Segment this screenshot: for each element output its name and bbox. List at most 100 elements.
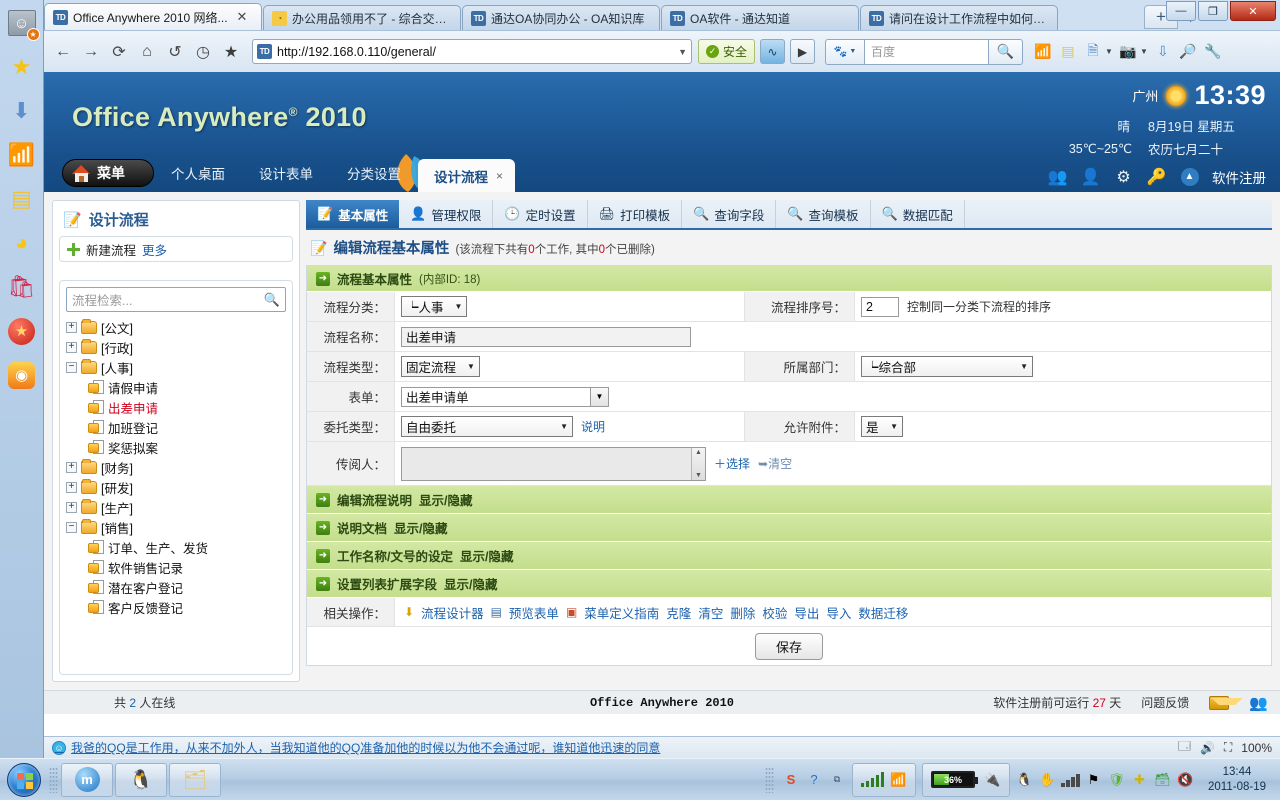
screenshot-icon[interactable]: 🔎 xyxy=(1178,42,1198,62)
camera-icon[interactable]: 📷 xyxy=(1118,42,1138,62)
tree-folder-yanfa[interactable]: + [研发] xyxy=(66,477,286,497)
envelope-icon[interactable] xyxy=(1209,695,1244,710)
forward-icon[interactable]: → xyxy=(78,39,104,65)
browser-tab-4[interactable]: TD 请问在设计工作流程中如何设... xyxy=(860,5,1058,30)
tab-query-template[interactable]: 🔍 查询模板 xyxy=(776,200,871,228)
flow-search-input[interactable]: 流程检索... 🔍 xyxy=(66,287,286,312)
avatar-icon[interactable]: ☺ ★ xyxy=(5,6,40,41)
tree-folder-caiwu[interactable]: + [财务] xyxy=(66,457,286,477)
rss-icon[interactable]: 📶 xyxy=(1033,42,1053,62)
expand-toggle-icon[interactable]: + xyxy=(66,321,77,333)
tree-item-business-trip[interactable]: 出差申请 xyxy=(66,397,286,417)
search-engine-selector[interactable]: 🐾 ▼ xyxy=(825,38,866,65)
sogou-icon[interactable]: S xyxy=(783,771,800,788)
window-icon[interactable]: 🗔 xyxy=(1178,737,1191,758)
history-icon[interactable]: ◷ xyxy=(190,39,216,65)
play-icon[interactable]: ▶ xyxy=(790,39,816,64)
cc-clear-link[interactable]: ➥清空 xyxy=(758,455,792,472)
back-icon[interactable]: ← xyxy=(50,39,76,65)
plus-icon[interactable]: ✚ xyxy=(1131,771,1148,788)
tree-item-order-production-ship[interactable]: 订单、生产、发货 xyxy=(66,537,286,557)
security-badge[interactable]: ✓ 安全 xyxy=(698,39,756,64)
taskbar-button-explorer[interactable]: 🗂 xyxy=(169,762,221,797)
more-link[interactable]: 更多 xyxy=(142,240,167,259)
rss-icon[interactable]: 📶 xyxy=(5,138,39,172)
tree-item-leave-request[interactable]: 请假申请 xyxy=(66,377,286,397)
weibo-icon[interactable]: ◉ xyxy=(5,358,39,392)
tree-folder-shengchan[interactable]: + [生产] xyxy=(66,497,286,517)
expand-toggle-icon[interactable]: + xyxy=(66,481,77,493)
oa-tab-design-flow[interactable]: 设计流程 × xyxy=(418,159,516,192)
ime-expand-icon[interactable]: ⧉ xyxy=(829,771,846,788)
battery-tray-group[interactable]: 36% 🔌 xyxy=(922,762,1011,797)
flag-icon[interactable]: ⚑ xyxy=(1085,771,1102,788)
pacman-icon[interactable]: ◕ xyxy=(5,226,39,260)
show-hide-toggle[interactable]: 显示/隐藏 xyxy=(460,546,513,565)
address-bar[interactable]: TD http://192.168.0.110/general/ ▼ xyxy=(252,39,692,64)
department-select[interactable]: ┕综合部 ▼ xyxy=(861,356,1033,377)
op-validate[interactable]: 校验 xyxy=(762,603,787,622)
toolbar-grip[interactable] xyxy=(49,766,58,793)
tree-folder-renshi[interactable]: − [人事] xyxy=(66,357,286,377)
tab-print-template[interactable]: 🖨 打印模板 xyxy=(588,200,683,228)
software-register-link[interactable]: 软件注册 xyxy=(1212,167,1266,187)
order-input[interactable]: 2 xyxy=(861,296,899,317)
tree-folder-gongwen[interactable]: + [公文] xyxy=(66,317,286,337)
reload-icon[interactable]: ⟳ xyxy=(106,39,132,65)
wifi-icon[interactable]: 📶 xyxy=(890,771,907,788)
expand-toggle-icon[interactable]: + xyxy=(66,341,77,353)
hand-icon[interactable]: ✋ xyxy=(1039,771,1056,788)
section-work-name-settings[interactable]: ➜ 工作名称/文号的设定 显示/隐藏 xyxy=(307,542,1271,570)
menu-button[interactable]: 菜单 xyxy=(62,159,154,187)
tree-item-potential-customer[interactable]: 潜在客户登记 xyxy=(66,577,286,597)
op-preview-form[interactable]: 预览表单 xyxy=(509,603,559,622)
gear-icon[interactable]: ⚙ xyxy=(1113,166,1134,187)
battery-icon[interactable]: 36% xyxy=(931,771,979,788)
op-delete[interactable]: 删除 xyxy=(730,603,755,622)
zoom-level[interactable]: 100% xyxy=(1241,741,1272,755)
allow-attachment-select[interactable]: 是 ▼ xyxy=(861,416,903,437)
chevron-down-icon[interactable]: ▼ xyxy=(1140,47,1148,56)
delegate-type-select[interactable]: 自由委托 ▼ xyxy=(401,416,573,437)
search-icon[interactable]: 🔍 xyxy=(989,38,1024,65)
network-icon[interactable] xyxy=(860,772,885,787)
qq-icon[interactable]: 🐧 xyxy=(1016,771,1033,788)
collapse-toggle-icon[interactable]: − xyxy=(66,361,77,373)
shield-icon[interactable]: 🛡 xyxy=(1108,771,1125,788)
download-arrow-icon[interactable]: ⬇ xyxy=(5,94,39,128)
download-icon[interactable]: ⇩ xyxy=(1153,42,1173,62)
taskbar-button-maxthon[interactable]: m xyxy=(61,762,113,797)
show-hide-toggle[interactable]: 显示/隐藏 xyxy=(444,574,497,593)
scrollbar[interactable]: ▲ ▼ xyxy=(691,447,705,480)
op-clone[interactable]: 克隆 xyxy=(666,603,691,622)
browser-tab-1[interactable]: ◔ 办公用品领用不了 - 综合交流区... xyxy=(263,5,461,30)
people-icon[interactable]: 👥 xyxy=(1047,166,1068,187)
collapse-icon[interactable]: ▲ xyxy=(1179,166,1200,187)
flow-name-input[interactable]: 出差申请 xyxy=(401,326,691,347)
favorite-icon[interactable]: ★ xyxy=(218,39,244,65)
taskbar-button-qq[interactable]: 🐧 xyxy=(115,762,167,797)
home-icon[interactable]: ⌂ xyxy=(134,39,160,65)
tab-timer-settings[interactable]: 🕒 定时设置 xyxy=(493,200,588,228)
power-plug-icon[interactable]: 🔌 xyxy=(984,771,1001,788)
cc-select-link[interactable]: ＋选择 xyxy=(714,455,750,472)
op-import[interactable]: 导入 xyxy=(826,603,851,622)
op-flow-designer[interactable]: 流程设计器 xyxy=(421,603,484,622)
show-hide-toggle[interactable]: 显示/隐藏 xyxy=(419,490,472,509)
red-star-icon[interactable]: ★ xyxy=(5,314,39,348)
cc-people-textarea[interactable]: ▲ ▼ xyxy=(401,446,706,481)
show-hide-toggle[interactable]: 显示/隐藏 xyxy=(394,518,447,537)
chevron-down-icon[interactable]: ▼ xyxy=(1105,47,1113,56)
new-flow-button[interactable]: 新建流程 更多 xyxy=(59,236,293,262)
section-description-document[interactable]: ➜ 说明文档 显示/隐藏 xyxy=(307,514,1271,542)
delegate-help-link[interactable]: 说明 xyxy=(581,418,605,435)
browser-tab-2[interactable]: TD 通达OA协同办公 - OA知识库 xyxy=(462,5,660,30)
tree-item-software-sales[interactable]: 软件销售记录 xyxy=(66,557,286,577)
close-icon[interactable]: × xyxy=(496,169,503,183)
tree-item-reward-penalty[interactable]: 奖惩拟案 xyxy=(66,437,286,457)
tools-icon[interactable]: 🔧 xyxy=(1203,42,1223,62)
tree-item-customer-feedback[interactable]: 客户反馈登记 xyxy=(66,597,286,617)
trend-icon[interactable]: ∿ xyxy=(760,39,786,64)
status-message[interactable]: ☺ 我爸的QQ是工作用，从来不加外人，当我知道他的QQ准备加他的时候以为他不会通… xyxy=(52,739,660,756)
shop-bag-icon[interactable]: 🛍 xyxy=(5,270,39,304)
